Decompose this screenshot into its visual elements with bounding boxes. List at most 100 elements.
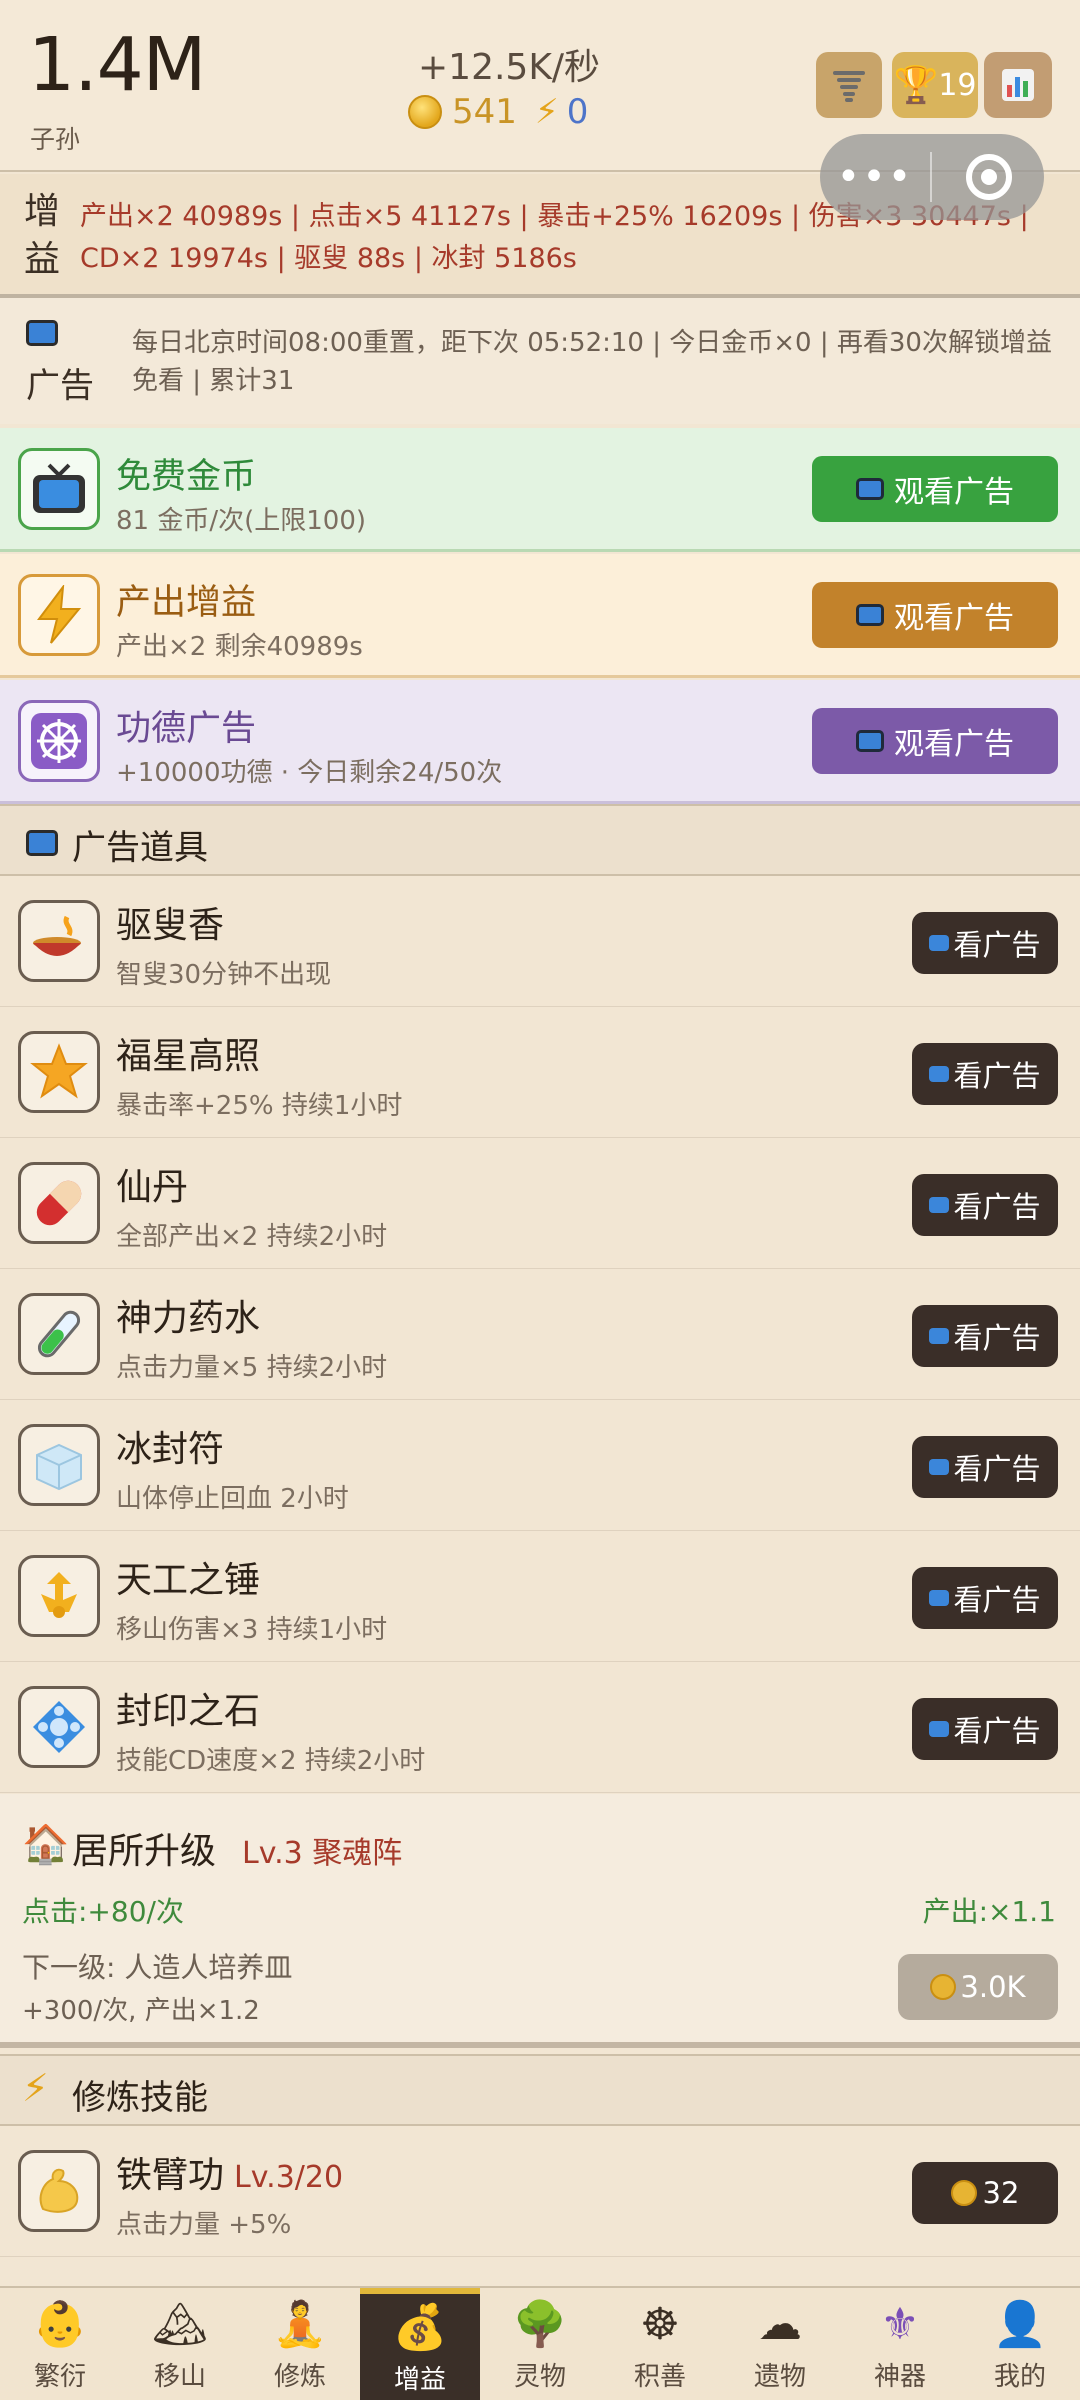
ad-info-bar: 广告 每日北京时间08:00重置，距下次 05:52:10 | 今日金币×0 |… [0, 298, 1080, 424]
trophy-button[interactable]: 🏆 19 [892, 52, 978, 118]
ice-cube-icon [18, 1424, 100, 1506]
baby-icon: 👶 [32, 2298, 88, 2350]
close-target-button[interactable] [966, 154, 1012, 200]
stats-button[interactable] [984, 52, 1052, 118]
nav-tab-mountain[interactable]: 🏔 移山 [120, 2288, 240, 2400]
pill-icon [18, 1162, 100, 1244]
ad-item-row: 冰封符 山体停止回血 2小时 看广告 [0, 1400, 1080, 1531]
flexed-arm-icon [18, 2150, 100, 2232]
residence-upgrade-panel: 🏠 居所升级 Lv.3 聚魂阵 点击:+80/次 产出:×1.1 下一级: 人造… [0, 1794, 1080, 2048]
section-title: 修炼技能 [72, 2078, 208, 2118]
dharma-wheel-icon: ☸ [640, 2298, 680, 2350]
ad-card-merit: 功德广告 +10000功德 · 今日剩余24/50次 观看广告 [0, 680, 1080, 804]
lightning-icon: ⚡ [22, 2066, 49, 2110]
watch-ad-label: 看广告 [953, 1714, 1041, 1748]
watch-ad-button[interactable]: 看广告 [912, 1436, 1058, 1498]
ad-card-title: 产出增益 [116, 583, 257, 623]
watch-ad-button[interactable]: 看广告 [912, 1567, 1058, 1629]
total-label: 子孙 [30, 125, 81, 154]
ad-item-row: 驱叟香 智叟30分钟不出现 看广告 [0, 876, 1080, 1007]
item-desc: 点击力量×5 持续2小时 [116, 1353, 388, 1383]
item-name: 封印之石 [116, 1691, 261, 1732]
watch-ad-label: 观看广告 [894, 601, 1014, 636]
watch-ad-button[interactable]: 看广告 [912, 1043, 1058, 1105]
next-level: 下一级: 人造人培养皿 [22, 1951, 293, 1984]
more-menu-button[interactable]: ••• [820, 154, 930, 200]
nav-label: 移山 [153, 2361, 206, 2392]
fleur-icon: ⚜ [880, 2298, 920, 2350]
upgrade-button[interactable]: 3.0K [898, 1954, 1058, 2020]
skill-level: Lv.3/20 [234, 2160, 344, 2195]
nav-tab-artifact[interactable]: ⚜ 神器 [840, 2288, 960, 2400]
item-name: 驱叟香 [116, 905, 225, 946]
nav-tab-profile[interactable]: 👤 我的 [960, 2288, 1080, 2400]
ad-tag: 广告 [26, 366, 94, 406]
skill-desc: 点击力量 +5% [116, 2210, 292, 2240]
nav-label: 遗物 [753, 2361, 806, 2392]
tornado-icon [833, 71, 865, 102]
item-desc: 技能CD速度×2 持续2小时 [116, 1746, 426, 1776]
watch-ad-label: 看广告 [953, 928, 1041, 962]
nav-label: 修炼 [273, 2361, 326, 2392]
tv-icon [929, 1459, 950, 1475]
dharma-wheel-icon [18, 700, 100, 782]
capsule-divider [930, 152, 932, 202]
hammer-icon [18, 1555, 100, 1637]
meditate-icon: 🧘 [272, 2298, 328, 2350]
watch-ad-button[interactable]: 看广告 [912, 1305, 1058, 1367]
watch-ad-label: 观看广告 [894, 475, 1014, 510]
house-icon: 🏠 [22, 1822, 70, 1866]
item-name: 神力药水 [116, 1298, 261, 1339]
skill-cost: 32 [982, 2176, 1020, 2210]
upgrade-cost: 3.0K [960, 1970, 1026, 2004]
nav-label: 我的 [993, 2361, 1046, 2392]
skill-name-row: 铁臂功 Lv.3/20 [116, 2146, 343, 2198]
bottom-nav: 👶 繁衍 🏔 移山 🧘 修炼 💰 增益 🌳 灵物 ☸ 积善 ☁ 遗物 ⚜ 神器 … [0, 2286, 1080, 2400]
production-bonus: 产出:×1.1 [922, 1895, 1056, 1928]
ad-item-row: 封印之石 技能CD速度×2 持续2小时 看广告 [0, 1662, 1080, 1793]
residence-level: Lv.3 聚魂阵 [242, 1836, 403, 1871]
watch-ad-button[interactable]: 观看广告 [812, 582, 1058, 648]
nav-tab-spirit[interactable]: 🌳 灵物 [480, 2288, 600, 2400]
item-name: 天工之锤 [116, 1560, 261, 1601]
tv-icon [856, 604, 884, 626]
nav-label: 繁衍 [33, 2361, 86, 2392]
watch-ad-button[interactable]: 观看广告 [812, 708, 1058, 774]
item-desc: 智叟30分钟不出现 [116, 960, 332, 990]
click-bonus: 点击:+80/次 [22, 1895, 184, 1928]
watch-ad-button[interactable]: 看广告 [912, 1174, 1058, 1236]
trophy-icon: 🏆 [893, 65, 939, 106]
tv-icon [929, 1328, 950, 1344]
item-desc: 全部产出×2 持续2小时 [116, 1222, 388, 1252]
nav-tab-merit[interactable]: ☸ 积善 [600, 2288, 720, 2400]
incense-icon [18, 900, 100, 982]
ad-item-row: 天工之锤 移山伤害×3 持续1小时 看广告 [0, 1531, 1080, 1662]
money-bag-icon: 💰 [392, 2301, 448, 2353]
nav-tab-relics[interactable]: ☁ 遗物 [720, 2288, 840, 2400]
ad-card-title: 免费金币 [116, 457, 257, 497]
potion-icon [18, 1293, 100, 1375]
mountain-icon: 🏔 [152, 2298, 208, 2350]
tornado-button[interactable] [816, 52, 882, 118]
bar-chart-icon [1002, 69, 1034, 101]
coin-icon [950, 2180, 977, 2206]
tv-icon [929, 1590, 950, 1606]
ad-card-desc: 产出×2 剩余40989s [116, 632, 363, 662]
coin-count: 541 [452, 92, 517, 132]
skill-upgrade-button[interactable]: 32 [912, 2162, 1058, 2224]
nav-label: 灵物 [513, 2361, 566, 2392]
user-icon: 👤 [992, 2298, 1048, 2350]
tv-icon [856, 478, 884, 500]
watch-ad-button[interactable]: 看广告 [912, 912, 1058, 974]
nav-label: 神器 [873, 2361, 926, 2392]
nav-label: 积善 [633, 2361, 686, 2392]
buff-tag: 增益 [24, 191, 61, 280]
ad-item-row: 仙丹 全部产出×2 持续2小时 看广告 [0, 1138, 1080, 1269]
watch-ad-button[interactable]: 观看广告 [812, 456, 1058, 522]
nav-tab-boost[interactable]: 💰 增益 [360, 2288, 480, 2400]
ad-card-free-coins: 免费金币 81 金币/次(上限100) 观看广告 [0, 428, 1080, 552]
section-title: 广告道具 [72, 828, 208, 868]
nav-tab-breed[interactable]: 👶 繁衍 [0, 2288, 120, 2400]
nav-tab-cultivate[interactable]: 🧘 修炼 [240, 2288, 360, 2400]
watch-ad-button[interactable]: 看广告 [912, 1698, 1058, 1760]
